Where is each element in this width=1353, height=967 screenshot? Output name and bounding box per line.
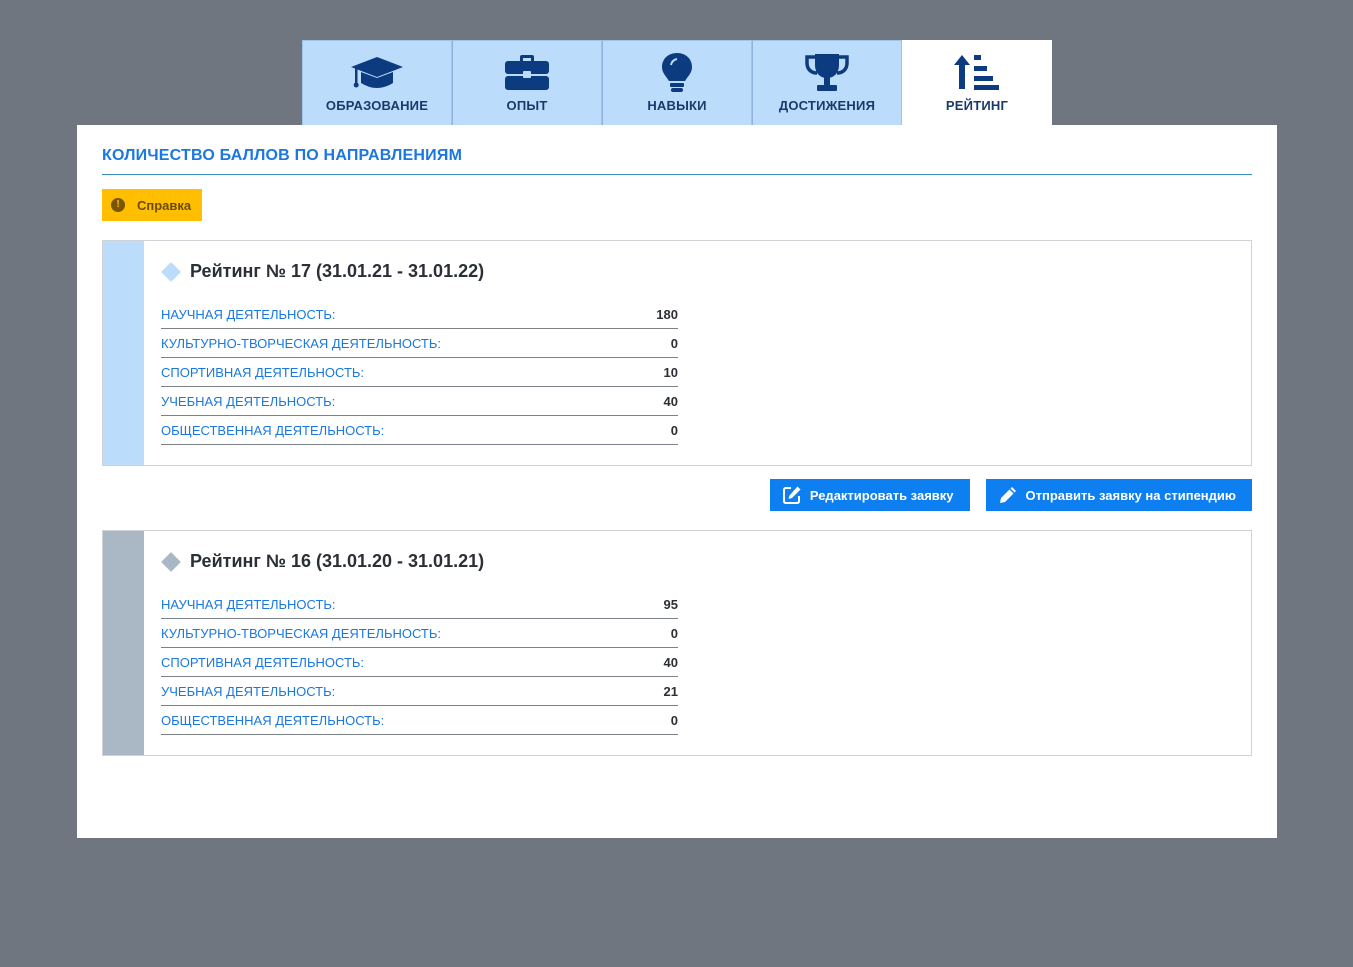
- diamond-icon: [161, 261, 181, 282]
- pencil-icon: [998, 485, 1018, 505]
- score-row: СПОРТИВНАЯ ДЕЯТЕЛЬНОСТЬ: 40: [161, 648, 678, 677]
- score-value: 0: [670, 625, 678, 641]
- score-row: КУЛЬТУРНО-ТВОРЧЕСКАЯ ДЕЯТЕЛЬНОСТЬ: 0: [161, 329, 678, 358]
- graduation-cap-icon: [349, 51, 405, 95]
- submit-scholarship-button[interactable]: Отправить заявку на стипендию: [985, 479, 1252, 511]
- score-row: ОБЩЕСТВЕННАЯ ДЕЯТЕЛЬНОСТЬ: 0: [161, 416, 678, 445]
- rating-card: Рейтинг № 16 (31.01.20 - 31.01.21) НАУЧН…: [102, 530, 1252, 756]
- score-value: 0: [670, 335, 678, 351]
- score-row: НАУЧНАЯ ДЕЯТЕЛЬНОСТЬ: 95: [161, 590, 678, 619]
- score-label: УЧЕБНАЯ ДЕЯТЕЛЬНОСТЬ:: [161, 393, 336, 409]
- score-list: НАУЧНАЯ ДЕЯТЕЛЬНОСТЬ: 180 КУЛЬТУРНО-ТВОР…: [161, 300, 678, 445]
- score-list: НАУЧНАЯ ДЕЯТЕЛЬНОСТЬ: 95 КУЛЬТУРНО-ТВОРЧ…: [161, 590, 678, 735]
- score-row: УЧЕБНАЯ ДЕЯТЕЛЬНОСТЬ: 21: [161, 677, 678, 706]
- score-row: ОБЩЕСТВЕННАЯ ДЕЯТЕЛЬНОСТЬ: 0: [161, 706, 678, 735]
- card-title: Рейтинг № 17 (31.01.21 - 31.01.22): [161, 261, 484, 282]
- score-value: 21: [663, 683, 678, 699]
- lightbulb-icon: [660, 51, 694, 95]
- tab-experience[interactable]: ОПЫТ: [452, 40, 602, 125]
- score-value: 180: [656, 306, 678, 322]
- edit-application-button[interactable]: Редактировать заявку: [769, 479, 970, 511]
- score-label: НАУЧНАЯ ДЕЯТЕЛЬНОСТЬ:: [161, 596, 336, 612]
- score-value: 40: [663, 654, 678, 670]
- rating-card: Рейтинг № 17 (31.01.21 - 31.01.22) НАУЧН…: [102, 240, 1252, 466]
- score-label: ОБЩЕСТВЕННАЯ ДЕЯТЕЛЬНОСТЬ:: [161, 422, 385, 438]
- score-value: 10: [663, 364, 678, 380]
- score-value: 0: [670, 422, 678, 438]
- tab-rating-label: РЕЙТИНГ: [945, 98, 1009, 113]
- tab-skills-label: НАВЫКИ: [647, 98, 707, 113]
- card-stripe: [103, 241, 144, 465]
- trophy-icon: [803, 51, 851, 95]
- score-value: 95: [663, 596, 678, 612]
- score-label: НАУЧНАЯ ДЕЯТЕЛЬНОСТЬ:: [161, 306, 336, 322]
- score-value: 40: [663, 393, 678, 409]
- card-stripe: [103, 531, 144, 755]
- title-divider: [102, 174, 1252, 175]
- score-label: УЧЕБНАЯ ДЕЯТЕЛЬНОСТЬ:: [161, 683, 336, 699]
- tab-achievements-label: ДОСТИЖЕНИЯ: [778, 98, 876, 113]
- page-title: КОЛИЧЕСТВО БАЛЛОВ ПО НАПРАВЛЕНИЯМ: [102, 147, 463, 164]
- score-label: КУЛЬТУРНО-ТВОРЧЕСКАЯ ДЕЯТЕЛЬНОСТЬ:: [161, 335, 442, 351]
- exclamation-circle-icon: !: [111, 198, 125, 212]
- application-actions: Редактировать заявку Отправить заявку на…: [769, 479, 1252, 511]
- tab-bar: ОБРАЗОВАНИЕ ОПЫТ НАВЫКИ ДОСТИЖЕНИЯ РЕЙТИ…: [302, 40, 1052, 125]
- tab-achievements[interactable]: ДОСТИЖЕНИЯ: [752, 40, 902, 125]
- tab-experience-label: ОПЫТ: [506, 98, 548, 113]
- help-button-label: Справка: [137, 197, 192, 213]
- score-row: НАУЧНАЯ ДЕЯТЕЛЬНОСТЬ: 180: [161, 300, 678, 329]
- edit-application-label: Редактировать заявку: [809, 487, 954, 503]
- score-row: КУЛЬТУРНО-ТВОРЧЕСКАЯ ДЕЯТЕЛЬНОСТЬ: 0: [161, 619, 678, 648]
- card-title: Рейтинг № 16 (31.01.20 - 31.01.21): [161, 551, 484, 572]
- card-title-text: Рейтинг № 16 (31.01.20 - 31.01.21): [190, 551, 485, 571]
- tab-skills[interactable]: НАВЫКИ: [602, 40, 752, 125]
- diamond-icon: [161, 551, 181, 572]
- tab-rating[interactable]: РЕЙТИНГ: [902, 40, 1052, 125]
- edit-icon: [782, 485, 802, 505]
- tab-education[interactable]: ОБРАЗОВАНИЕ: [302, 40, 452, 125]
- submit-scholarship-label: Отправить заявку на стипендию: [1025, 487, 1236, 503]
- score-row: СПОРТИВНАЯ ДЕЯТЕЛЬНОСТЬ: 10: [161, 358, 678, 387]
- tab-education-label: ОБРАЗОВАНИЕ: [325, 98, 429, 113]
- sort-amount-up-icon: [952, 51, 1002, 95]
- score-label: ОБЩЕСТВЕННАЯ ДЕЯТЕЛЬНОСТЬ:: [161, 712, 385, 728]
- score-value: 0: [670, 712, 678, 728]
- score-row: УЧЕБНАЯ ДЕЯТЕЛЬНОСТЬ: 40: [161, 387, 678, 416]
- score-label: СПОРТИВНАЯ ДЕЯТЕЛЬНОСТЬ:: [161, 654, 365, 670]
- card-title-text: Рейтинг № 17 (31.01.21 - 31.01.22): [190, 261, 485, 281]
- help-button[interactable]: ! Справка: [102, 189, 202, 221]
- briefcase-icon: [503, 51, 551, 95]
- score-label: СПОРТИВНАЯ ДЕЯТЕЛЬНОСТЬ:: [161, 364, 365, 380]
- score-label: КУЛЬТУРНО-ТВОРЧЕСКАЯ ДЕЯТЕЛЬНОСТЬ:: [161, 625, 442, 641]
- rating-panel: КОЛИЧЕСТВО БАЛЛОВ ПО НАПРАВЛЕНИЯМ ! Спра…: [77, 125, 1277, 838]
